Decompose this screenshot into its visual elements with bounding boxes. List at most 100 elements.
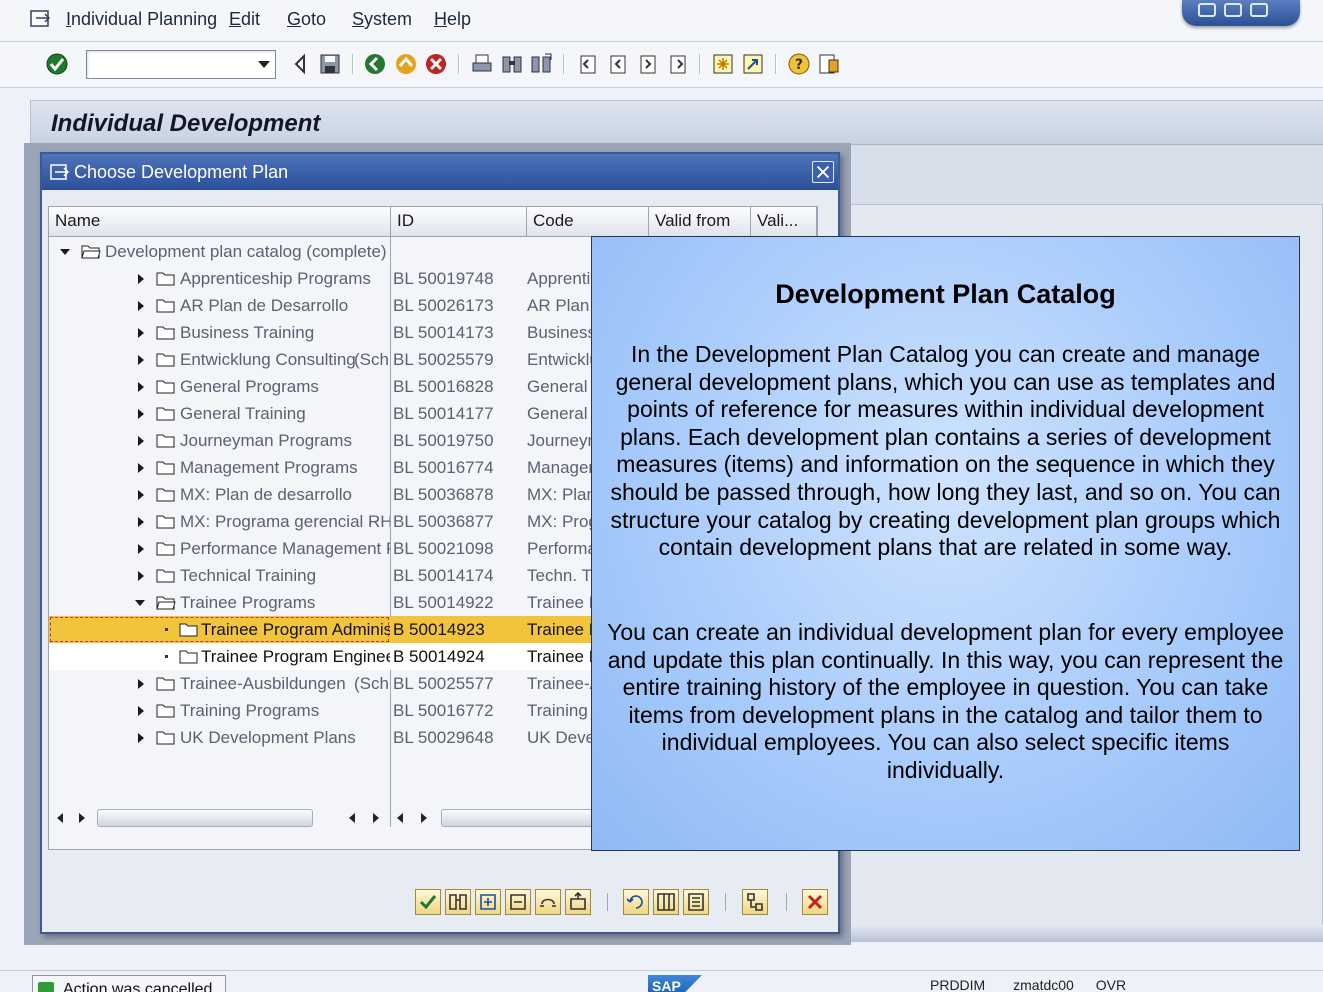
success-icon	[38, 982, 54, 992]
exit-icon[interactable]	[394, 52, 418, 76]
scroll-left-icon[interactable]	[349, 813, 355, 823]
expand-arrow-icon[interactable]	[138, 328, 144, 338]
expand-arrow-icon[interactable]	[138, 355, 144, 365]
save-icon[interactable]	[318, 52, 342, 76]
expand-arrow-icon[interactable]	[138, 274, 144, 284]
expand-arrow-icon[interactable]	[138, 571, 144, 581]
column-header-valid-from[interactable]: Valid from	[649, 207, 751, 236]
tree-cell-name: Journeyman Programs	[49, 427, 390, 454]
expand-arrow-icon[interactable]	[138, 409, 144, 419]
plan-id: BL 50025577	[393, 674, 494, 693]
expand-all-icon[interactable]	[535, 889, 561, 915]
folder-icon	[156, 326, 175, 340]
minimize-icon[interactable]	[1198, 3, 1216, 17]
shortcut-icon[interactable]	[741, 52, 765, 76]
folder-icon	[156, 353, 175, 367]
plan-id: B 50014923	[393, 620, 485, 639]
toolbar-separator	[563, 54, 565, 74]
tree-cell-name: Trainee Program Administration	[49, 616, 390, 643]
plan-name: Trainee Program Engineering	[201, 647, 390, 666]
last-page-icon[interactable]	[666, 52, 690, 76]
prev-page-icon[interactable]	[606, 52, 630, 76]
column-header-code[interactable]: Code	[527, 207, 649, 236]
new-session-icon[interactable]	[711, 52, 735, 76]
scroll-right-icon[interactable]	[79, 813, 85, 823]
column-header-id[interactable]: ID	[391, 207, 527, 236]
scroll-right-icon[interactable]	[373, 813, 379, 823]
dialog-button-bar	[42, 869, 838, 932]
confirm-icon[interactable]	[415, 889, 441, 915]
enter-icon[interactable]	[45, 52, 69, 76]
folder-icon	[156, 515, 175, 529]
menu-help[interactable]: Help	[434, 9, 471, 30]
leaf-node-icon	[165, 628, 168, 631]
tree-root-label: Development plan catalog (complete)	[105, 242, 387, 261]
expand-arrow-icon[interactable]	[138, 382, 144, 392]
dialog-title-bar[interactable]: Choose Development Plan	[42, 154, 838, 190]
expand-icon[interactable]	[475, 889, 501, 915]
horizontal-scrollbar-name[interactable]	[97, 809, 313, 827]
folder-icon	[179, 650, 198, 664]
help-icon[interactable]: ?	[787, 52, 811, 76]
find-icon[interactable]	[500, 52, 524, 76]
menu-goto[interactable]: Goto	[287, 9, 326, 30]
refresh-icon[interactable]	[623, 889, 649, 915]
back-icon[interactable]	[288, 52, 312, 76]
cancel-icon[interactable]	[424, 52, 448, 76]
scroll-right-icon[interactable]	[421, 813, 427, 823]
menu-individual-planning[interactable]: Individual Planning	[66, 9, 217, 30]
chevron-down-icon[interactable]	[258, 61, 270, 68]
expand-arrow-icon[interactable]	[138, 436, 144, 446]
collapse-arrow-icon[interactable]	[135, 600, 145, 606]
first-page-icon[interactable]	[576, 52, 600, 76]
menu-bar: Individual Planning Edit Goto System Hel…	[0, 0, 1323, 42]
details-icon[interactable]	[683, 889, 709, 915]
open-folder-icon	[156, 596, 176, 610]
menu-window-icon[interactable]	[30, 9, 52, 29]
scroll-left-icon[interactable]	[57, 813, 63, 823]
plan-id: BL 50029648	[393, 728, 494, 747]
menu-edit[interactable]: Edit	[229, 9, 260, 30]
menu-system[interactable]: System	[352, 9, 412, 30]
tree-cell-name: General Programs	[49, 373, 390, 400]
maximize-icon[interactable]	[1224, 3, 1242, 17]
next-page-icon[interactable]	[636, 52, 660, 76]
expand-arrow-icon[interactable]	[138, 544, 144, 554]
expand-arrow-icon[interactable]	[138, 490, 144, 500]
find-icon[interactable]	[445, 889, 471, 915]
collapse-arrow-icon[interactable]	[60, 249, 70, 255]
status-message[interactable]: Action was cancelled	[32, 975, 226, 992]
plan-name: Management Programs	[180, 458, 358, 477]
expand-arrow-icon[interactable]	[138, 733, 144, 743]
print-icon[interactable]	[470, 52, 494, 76]
layout-icon[interactable]	[817, 52, 841, 76]
find-next-icon[interactable]	[529, 52, 553, 76]
folder-icon	[156, 461, 175, 475]
column-header-valid-to[interactable]: Vali...	[751, 207, 817, 236]
expand-arrow-icon[interactable]	[138, 706, 144, 716]
command-field[interactable]	[86, 50, 276, 79]
column-select-icon[interactable]	[653, 889, 679, 915]
collapse-all-icon[interactable]	[565, 889, 591, 915]
toolbar-separator	[699, 54, 701, 74]
expand-arrow-icon[interactable]	[138, 463, 144, 473]
toolbar-separator	[775, 54, 777, 74]
expand-arrow-icon[interactable]	[138, 517, 144, 527]
toolbar-separator	[458, 54, 460, 74]
plan-name: MX: Programa gerencial RH	[180, 512, 390, 531]
column-header-name[interactable]: Name	[49, 207, 391, 236]
back-green-icon[interactable]	[363, 52, 387, 76]
folder-icon	[156, 569, 175, 583]
close-icon[interactable]	[812, 161, 834, 183]
collapse-icon[interactable]	[505, 889, 531, 915]
expand-arrow-icon[interactable]	[138, 679, 144, 689]
button-separator	[607, 893, 608, 911]
cancel-icon[interactable]	[802, 889, 828, 915]
scroll-left-icon[interactable]	[397, 813, 403, 823]
tree-icon[interactable]	[742, 889, 768, 915]
system-info[interactable]: PRDDIM zmatdc00 OVR	[930, 977, 1126, 992]
expand-arrow-icon[interactable]	[138, 301, 144, 311]
callout-paragraph-1: In the Development Plan Catalog you can …	[610, 341, 1281, 561]
close-window-icon[interactable]	[1250, 3, 1268, 17]
plan-name: Trainee-Ausbildungen	[180, 674, 346, 693]
